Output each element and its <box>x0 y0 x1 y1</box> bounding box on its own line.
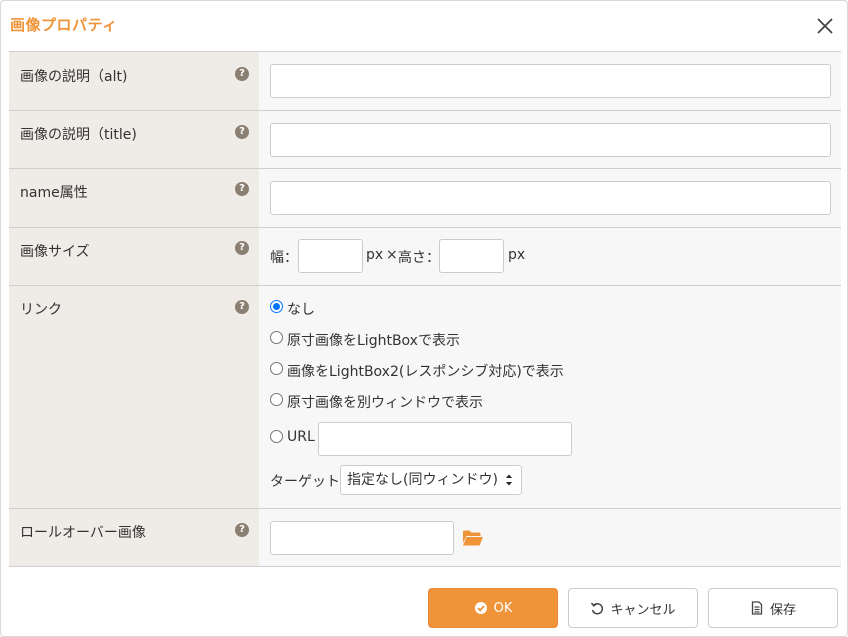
alt-row: 画像の説明（alt) ? <box>9 52 841 111</box>
size-label: 画像サイズ <box>20 244 90 260</box>
title-value-cell <box>259 111 841 168</box>
image-properties-dialog: 画像プロパティ 画像の説明（alt) ? 画像の説明（title) ? name… <box>0 0 848 637</box>
document-icon <box>751 601 763 615</box>
title-label: 画像の説明（title) <box>20 127 137 143</box>
rollover-row: ロールオーバー画像 ? <box>9 509 841 567</box>
close-icon <box>817 18 833 34</box>
radio-new-window[interactable] <box>270 393 283 406</box>
link-label-cell: リンク ? <box>9 286 259 508</box>
radio-none[interactable] <box>270 300 283 313</box>
properties-form: 画像の説明（alt) ? 画像の説明（title) ? name属性 ? 画像サ… <box>9 51 841 567</box>
alt-help-icon[interactable]: ? <box>235 67 249 81</box>
height-label: 高さ： <box>398 250 440 266</box>
size-row: 画像サイズ ? 幅： px × 高さ： px <box>9 228 841 286</box>
cancel-button[interactable]: キャンセル <box>568 588 698 628</box>
alt-input[interactable] <box>270 64 831 98</box>
radio-lightbox-label[interactable]: 原寸画像をLightBoxで表示 <box>287 330 460 350</box>
radio-lightbox[interactable] <box>270 331 283 344</box>
target-select-value: 指定なし(同ウィンドウ) <box>347 472 498 488</box>
radio-lightbox2[interactable] <box>270 362 283 375</box>
link-help-icon[interactable]: ? <box>235 300 249 314</box>
size-help-icon[interactable]: ? <box>235 241 249 255</box>
alt-label-cell: 画像の説明（alt) ? <box>9 52 259 110</box>
radio-url[interactable] <box>270 430 283 443</box>
height-unit: px <box>508 247 526 263</box>
height-input[interactable] <box>439 239 504 273</box>
cancel-button-label: キャンセル <box>610 602 676 618</box>
link-value-cell: なし 原寸画像をLightBoxで表示 画像をLightBox2(レスポンシブ対… <box>259 286 841 508</box>
width-input[interactable] <box>298 239 363 273</box>
rollover-label: ロールオーバー画像 <box>20 525 146 541</box>
link-label: リンク <box>20 302 62 318</box>
undo-icon <box>591 602 604 615</box>
target-label: ターゲット <box>270 474 340 490</box>
title-help-icon[interactable]: ? <box>235 125 249 139</box>
ok-button-label: OK <box>493 600 513 616</box>
name-label-cell: name属性 ? <box>9 169 259 227</box>
dialog-header: 画像プロパティ <box>1 1 847 47</box>
save-button-label: 保存 <box>769 602 796 618</box>
save-button[interactable]: 保存 <box>708 588 838 628</box>
close-button[interactable] <box>813 14 837 38</box>
radio-new-window-label[interactable]: 原寸画像を別ウィンドウで表示 <box>287 392 483 412</box>
ok-button[interactable]: OK <box>428 588 558 628</box>
name-input[interactable] <box>270 181 831 215</box>
folder-open-icon[interactable] <box>462 529 484 547</box>
title-row: 画像の説明（title) ? <box>9 111 841 169</box>
alt-label: 画像の説明（alt) <box>20 69 128 85</box>
size-label-cell: 画像サイズ ? <box>9 228 259 285</box>
rollover-input[interactable] <box>270 521 454 555</box>
url-input[interactable] <box>318 422 572 456</box>
width-unit: px <box>366 247 384 263</box>
check-circle-icon <box>474 602 487 614</box>
name-row: name属性 ? <box>9 169 841 228</box>
radio-lightbox2-label[interactable]: 画像をLightBox2(レスポンシブ対応)で表示 <box>287 361 564 381</box>
rollover-help-icon[interactable]: ? <box>235 523 249 537</box>
name-value-cell <box>259 169 841 227</box>
width-label: 幅： <box>270 250 298 266</box>
radio-url-label[interactable]: URL <box>287 429 315 445</box>
rollover-label-cell: ロールオーバー画像 ? <box>9 509 259 566</box>
times-sign: × <box>386 247 398 263</box>
name-label: name属性 <box>20 185 88 201</box>
name-help-icon[interactable]: ? <box>235 182 249 196</box>
title-input[interactable] <box>270 123 831 157</box>
target-select[interactable]: 指定なし(同ウィンドウ) <box>340 465 522 495</box>
radio-none-label[interactable]: なし <box>287 299 315 319</box>
alt-value-cell <box>259 52 841 110</box>
chevron-updown-icon <box>506 474 512 486</box>
dialog-title: 画像プロパティ <box>10 16 118 34</box>
title-label-cell: 画像の説明（title) ? <box>9 111 259 168</box>
size-value-cell: 幅： px × 高さ： px <box>259 228 841 285</box>
rollover-value-cell <box>259 509 841 566</box>
link-row: リンク ? なし 原寸画像をLightBoxで表示 画像をLightBox2(レ… <box>9 286 841 509</box>
